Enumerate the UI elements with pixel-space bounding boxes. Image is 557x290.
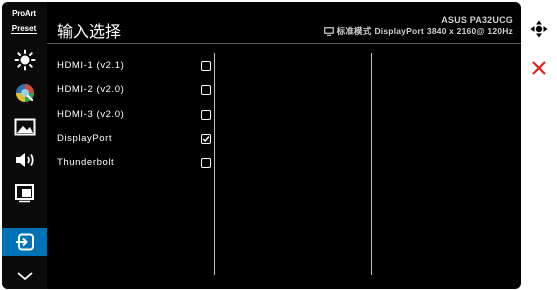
input-option[interactable]: Thunderbolt bbox=[57, 155, 215, 171]
status-info: ASUS PA32UCG 标准模式 DisplayPort 3840 x 216… bbox=[323, 15, 513, 37]
status-line: 标准模式 DisplayPort 3840 x 2160@ 120Hz bbox=[323, 25, 513, 37]
input-option-label: HDMI-3 (v2.0) bbox=[57, 109, 125, 120]
input-option[interactable]: HDMI-2 (v2.0) bbox=[57, 82, 215, 98]
column-divider bbox=[371, 53, 372, 275]
joystick-move-icon[interactable] bbox=[530, 20, 548, 38]
mode-label: 标准模式 bbox=[336, 26, 372, 36]
input-option[interactable]: HDMI-1 (v2.1) bbox=[57, 58, 215, 74]
input-option-label: HDMI-1 (v2.1) bbox=[57, 60, 125, 71]
input-label: DisplayPort bbox=[374, 26, 424, 36]
checkbox[interactable] bbox=[201, 110, 211, 120]
input-option[interactable]: HDMI-3 (v2.0) bbox=[57, 107, 215, 123]
checkbox[interactable] bbox=[201, 158, 211, 168]
page-title: 输入选择 bbox=[57, 24, 122, 41]
osd-menu: ProArt Preset 输入选择 ASUS PA32UCG 标准模式 Dis… bbox=[2, 2, 521, 289]
checkbox[interactable] bbox=[201, 61, 211, 71]
chevron-down-icon[interactable] bbox=[8, 262, 42, 289]
sound-icon[interactable] bbox=[8, 146, 42, 174]
header-divider bbox=[47, 43, 521, 44]
brand-line2: Preset bbox=[10, 24, 38, 34]
main-panel: 输入选择 ASUS PA32UCG 标准模式 DisplayPort 3840 … bbox=[47, 2, 521, 289]
brand-line1: ProArt bbox=[12, 9, 36, 18]
sidebar: ProArt Preset bbox=[2, 2, 47, 289]
monitor-icon bbox=[323, 26, 334, 36]
checkbox[interactable] bbox=[201, 85, 211, 95]
color-icon[interactable] bbox=[8, 79, 42, 107]
input-option-label: HDMI-2 (v2.0) bbox=[57, 84, 125, 95]
model-name: ASUS PA32UCG bbox=[441, 15, 513, 25]
input-select-icon[interactable] bbox=[2, 228, 47, 256]
pip-pbp-icon[interactable] bbox=[8, 179, 42, 207]
resolution-label: 3840 x 2160@ 120Hz bbox=[426, 26, 513, 36]
column-divider bbox=[214, 53, 215, 275]
proart-preset-icon[interactable]: ProArt Preset bbox=[8, 10, 40, 36]
input-option-label: Thunderbolt bbox=[57, 157, 115, 168]
input-option-label: DisplayPort bbox=[57, 133, 113, 144]
input-option[interactable]: DisplayPort bbox=[57, 131, 215, 147]
image-icon[interactable] bbox=[8, 113, 42, 141]
exit-icon[interactable] bbox=[530, 59, 548, 77]
checkbox[interactable] bbox=[201, 134, 211, 144]
brightness-icon[interactable] bbox=[8, 46, 42, 74]
